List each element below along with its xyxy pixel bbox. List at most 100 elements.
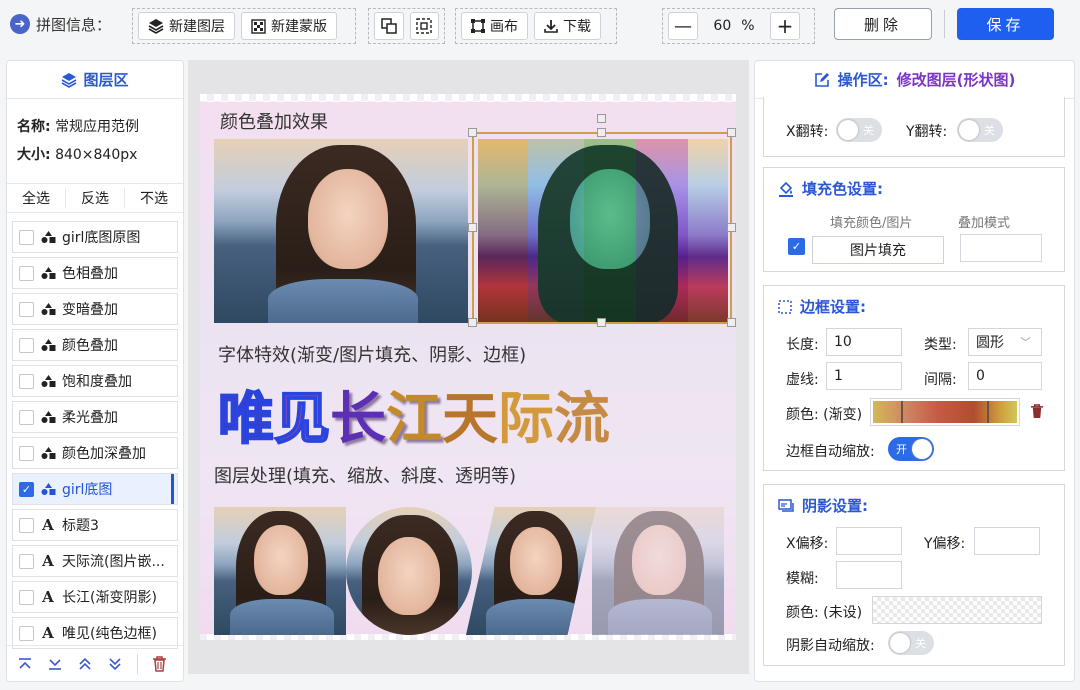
- circle-arrow-icon[interactable]: ➜: [10, 14, 30, 34]
- layer-checkbox[interactable]: [19, 517, 34, 533]
- border-type-select[interactable]: 圆形 ﹀: [968, 328, 1042, 356]
- move-bottom-icon[interactable]: [47, 657, 63, 671]
- strip1-face: [254, 525, 308, 595]
- select-all-button[interactable]: 全选: [7, 188, 66, 208]
- fill-title-label: 填充色设置:: [802, 180, 883, 198]
- invert-selection-button[interactable]: 反选: [66, 188, 125, 208]
- gradient-stop[interactable]: [901, 401, 903, 423]
- resize-handle-right[interactable]: [727, 223, 736, 232]
- selection-frame[interactable]: [472, 132, 732, 324]
- copy-button[interactable]: [374, 12, 404, 40]
- border-settings-title: 边框设置:: [778, 296, 866, 317]
- zoom-field[interactable]: 60 %: [704, 12, 764, 40]
- layer-item[interactable]: A 标题3: [12, 509, 178, 541]
- zoom-out-button[interactable]: —: [668, 12, 698, 40]
- text-icon: A: [42, 516, 54, 534]
- strip-photo-1[interactable]: [214, 507, 346, 635]
- canvas-button[interactable]: 画布: [461, 12, 528, 40]
- layer-checkbox[interactable]: [19, 553, 34, 569]
- girl-original-photo[interactable]: [214, 139, 468, 323]
- name-label: 名称:: [17, 119, 51, 135]
- download-button[interactable]: 下载: [534, 12, 601, 40]
- shadow-blur-input[interactable]: [836, 561, 902, 589]
- image-fill-button[interactable]: 图片填充: [812, 236, 944, 264]
- canvas-area[interactable]: 颜色叠加效果 字体特效(渐变/图片填充、阴影、边框) 唯见长江天际流 图层处理(…: [188, 60, 749, 674]
- layer-checkbox[interactable]: [19, 337, 34, 353]
- shadow-color-picker[interactable]: [872, 596, 1042, 624]
- trash-icon[interactable]: [152, 655, 167, 672]
- border-auto-scale-label: 边框自动缩放:: [786, 444, 875, 460]
- shadow-auto-scale-toggle[interactable]: 关: [888, 631, 934, 655]
- shadow-settings: 阴影设置: X偏移: Y偏移: 模糊: 颜色: (未设) 阴影自动缩放: 关: [763, 484, 1065, 666]
- strip3-shirt: [486, 599, 586, 635]
- layer-checkbox[interactable]: [19, 373, 34, 389]
- layer-item[interactable]: 颜色加深叠加: [12, 437, 178, 469]
- new-layer-label: 新建图层: [169, 19, 225, 35]
- move-up-icon[interactable]: [77, 657, 93, 671]
- layer-list: girl底图原图 色相叠加变暗叠加颜色叠加饱和度叠加柔光叠加颜色加深叠加 ✓ girl…: [7, 213, 183, 649]
- x-flip-label: X翻转:: [786, 124, 829, 140]
- border-gradient-picker[interactable]: [870, 398, 1020, 426]
- char-tian: 天: [442, 386, 498, 452]
- resize-handle-top-left[interactable]: [468, 128, 477, 137]
- toolbar-title[interactable]: ➜ 拼图信息：: [10, 12, 111, 36]
- y-flip-toggle[interactable]: 关: [957, 118, 1003, 142]
- layer-checkbox[interactable]: [19, 625, 34, 641]
- layer-item[interactable]: 柔光叠加: [12, 401, 178, 433]
- move-top-icon[interactable]: [17, 657, 33, 671]
- shadow-auto-scale-label: 阴影自动缩放:: [786, 638, 875, 654]
- resize-handle-top-right[interactable]: [727, 128, 736, 137]
- tools-divider: [137, 653, 138, 674]
- border-dash-input[interactable]: 1: [826, 362, 902, 390]
- resize-handle-bottom-left[interactable]: [468, 318, 477, 327]
- strip-photo-3-skew[interactable]: [466, 507, 596, 635]
- resize-handle-bottom-right[interactable]: [727, 318, 736, 327]
- rotate-handle[interactable]: [597, 114, 606, 123]
- layer-item[interactable]: girl底图原图: [12, 221, 178, 253]
- layer-item[interactable]: ✓ girl底图: [12, 473, 178, 505]
- gradient-stop[interactable]: [987, 401, 989, 423]
- shadow-x-input[interactable]: [836, 527, 902, 555]
- layer-checkbox[interactable]: [19, 229, 34, 245]
- crop-button[interactable]: [409, 12, 439, 40]
- zoom-in-button[interactable]: +: [770, 12, 800, 40]
- section-title-color-overlay: 颜色叠加效果: [220, 112, 328, 133]
- blend-mode-field[interactable]: [960, 234, 1042, 262]
- shadow-y-input[interactable]: [974, 527, 1040, 555]
- border-gap-input[interactable]: 0: [968, 362, 1042, 390]
- resize-handle-bottom[interactable]: [597, 318, 606, 327]
- layer-item[interactable]: A 天际流(图片嵌...: [12, 545, 178, 577]
- border-auto-scale-toggle[interactable]: 开: [888, 437, 934, 461]
- layer-item[interactable]: 变暗叠加: [12, 293, 178, 325]
- delete-button[interactable]: 删除: [834, 8, 932, 40]
- toolbar-title-label: 拼图信息：: [36, 15, 112, 34]
- x-flip-toggle[interactable]: 关: [836, 118, 882, 142]
- strip-photo-4-transparent[interactable]: [592, 507, 724, 635]
- strip-photo-2-circle[interactable]: [346, 507, 472, 635]
- layer-checkbox[interactable]: [19, 301, 34, 317]
- layer-label: 唯见(纯色边框): [62, 626, 157, 642]
- layer-checkbox[interactable]: [19, 409, 34, 425]
- fill-enabled-checkbox[interactable]: ✓: [788, 238, 805, 255]
- download-icon: [544, 20, 558, 33]
- new-mask-button[interactable]: 新建蒙版: [241, 12, 337, 40]
- layer-item[interactable]: A 长江(渐变阴影): [12, 581, 178, 613]
- effect-text-line[interactable]: 唯见长江天际流: [217, 374, 610, 455]
- border-length-input[interactable]: 10: [826, 328, 902, 356]
- select-none-button[interactable]: 不选: [125, 188, 183, 208]
- resize-handle-top[interactable]: [597, 128, 606, 137]
- layer-checkbox[interactable]: ✓: [19, 481, 34, 497]
- trash-icon[interactable]: [1030, 404, 1044, 419]
- layer-item[interactable]: 饱和度叠加: [12, 365, 178, 397]
- layer-item[interactable]: 颜色叠加: [12, 329, 178, 361]
- canvas-page[interactable]: 颜色叠加效果 字体特效(渐变/图片填充、阴影、边框) 唯见长江天际流 图层处理(…: [200, 94, 736, 640]
- move-down-icon[interactable]: [107, 657, 123, 671]
- layer-checkbox[interactable]: [19, 445, 34, 461]
- layer-item[interactable]: 色相叠加: [12, 257, 178, 289]
- shadow-settings-title: 阴影设置:: [778, 495, 868, 516]
- layer-checkbox[interactable]: [19, 265, 34, 281]
- new-layer-button[interactable]: 新建图层: [138, 12, 235, 40]
- resize-handle-left[interactable]: [468, 223, 477, 232]
- layer-checkbox[interactable]: [19, 589, 34, 605]
- save-button[interactable]: 保存: [957, 8, 1054, 40]
